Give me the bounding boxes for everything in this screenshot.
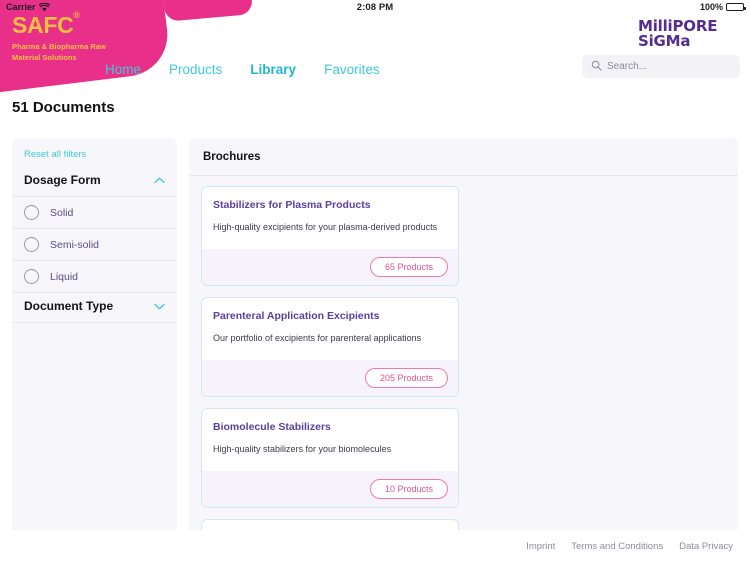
card-title: Parenteral Application Excipients xyxy=(213,310,380,322)
status-bar: Carrier 2:08 PM 100% xyxy=(0,0,750,16)
chevron-down-icon[interactable] xyxy=(154,303,165,310)
filter-option-solid-label: Solid xyxy=(50,206,74,219)
nav-item-library[interactable]: Library xyxy=(250,62,296,77)
card-description: High-quality excipients for your plasma-… xyxy=(213,221,438,232)
nav-item-favorites[interactable]: Favorites xyxy=(324,62,380,77)
filter-group-document-type-header[interactable]: Document Type xyxy=(12,293,177,323)
card-body: Parenteral Application Excipients Our po… xyxy=(202,298,458,360)
milliporesigma-logo: MilliPORE SiGMa xyxy=(638,17,734,54)
filter-option-liquid-label: Liquid xyxy=(50,270,79,283)
content-area: Reset all filters Dosage Form Solid Semi… xyxy=(0,128,750,530)
filter-group-dosage-form-title: Dosage Form xyxy=(24,173,101,187)
card-description: Our portfolio of excipients for parenter… xyxy=(213,332,422,343)
footer-link-imprint[interactable]: Imprint xyxy=(526,541,555,552)
filters-sidebar: Reset all filters Dosage Form Solid Semi… xyxy=(12,138,177,530)
search-placeholder: Search... xyxy=(607,61,648,72)
product-count-badge[interactable]: 205 Products xyxy=(364,368,448,388)
product-count-badge[interactable]: 10 Products xyxy=(369,479,448,499)
documents-panel: Brochures Stabilizers for Plasma Product… xyxy=(189,138,738,530)
battery-full-icon xyxy=(726,3,746,11)
safc-brand: SAFC® Pharma & Biopharma Raw Material So… xyxy=(12,11,132,64)
card-title: Biomolecule Stabilizers xyxy=(213,421,331,433)
card-description: High-quality stabilizers for your biomol… xyxy=(213,443,392,454)
nav-item-products[interactable]: Products xyxy=(169,62,222,77)
page-title: 51 Documents xyxy=(12,99,115,116)
milliporesigma-logo-mark: MilliPORE SiGMa xyxy=(638,17,717,50)
footer-link-data-privacy[interactable]: Data Privacy xyxy=(679,541,733,552)
filter-group-dosage-form-header[interactable]: Dosage Form xyxy=(12,167,177,197)
brochure-card[interactable]: Parenteral Application Excipients Our po… xyxy=(201,297,459,397)
brochure-card-grid: Stabilizers for Plasma Products High-qua… xyxy=(189,176,738,530)
card-title: Stabilizers for Plasma Products xyxy=(213,199,371,211)
card-footer: 205 Products xyxy=(202,360,458,396)
safc-tagline: Pharma & Biopharma Raw Material Solution… xyxy=(12,42,106,62)
section-title-brochures: Brochures xyxy=(189,138,738,176)
filter-option-solid[interactable]: Solid xyxy=(12,197,177,229)
filter-group-document-type-title: Document Type xyxy=(24,299,114,313)
brochure-card[interactable]: Stabilizers for Plasma Products High-qua… xyxy=(201,186,459,286)
battery-status: 100% xyxy=(699,2,746,12)
reset-all-filters-button[interactable]: Reset all filters xyxy=(12,138,177,167)
radio-solid[interactable] xyxy=(24,205,39,220)
search-input[interactable]: Search... xyxy=(582,55,740,78)
radio-liquid[interactable] xyxy=(24,269,39,284)
filter-option-liquid[interactable]: Liquid xyxy=(12,261,177,293)
main-navigation: Home Products Library Favorites xyxy=(105,62,380,77)
battery-percent-label: 100% xyxy=(699,2,723,12)
filter-option-semi-solid-label: Semi-solid xyxy=(50,238,100,251)
radio-semi-solid[interactable] xyxy=(24,237,39,252)
page-footer: Imprint Terms and Conditions Data Privac… xyxy=(0,530,750,562)
status-bar-time: 2:08 PM xyxy=(356,2,394,13)
filter-option-semi-solid[interactable]: Semi-solid xyxy=(12,229,177,261)
product-count-badge[interactable]: 65 Products xyxy=(369,257,448,277)
card-body: Stabilizers for Plasma Products High-qua… xyxy=(202,187,458,249)
safc-logo: SAFC® xyxy=(12,11,132,37)
nav-item-home[interactable]: Home xyxy=(105,62,141,77)
card-body: Biomolecule Stabilizers High-quality sta… xyxy=(202,409,458,471)
card-footer: 10 Products xyxy=(202,471,458,507)
footer-link-terms-and-conditions[interactable]: Terms and Conditions xyxy=(571,541,663,552)
brochure-card[interactable]: Biomolecule Stabilizers High-quality sta… xyxy=(201,408,459,508)
card-body: Lipids for Pharmaceutical Applications Y… xyxy=(202,520,458,530)
search-icon xyxy=(591,58,602,76)
chevron-up-icon[interactable] xyxy=(154,177,165,184)
card-footer: 65 Products xyxy=(202,249,458,285)
svg-text:SiGMa: SiGMa xyxy=(638,32,690,50)
brochure-card[interactable]: Lipids for Pharmaceutical Applications Y… xyxy=(201,519,459,530)
